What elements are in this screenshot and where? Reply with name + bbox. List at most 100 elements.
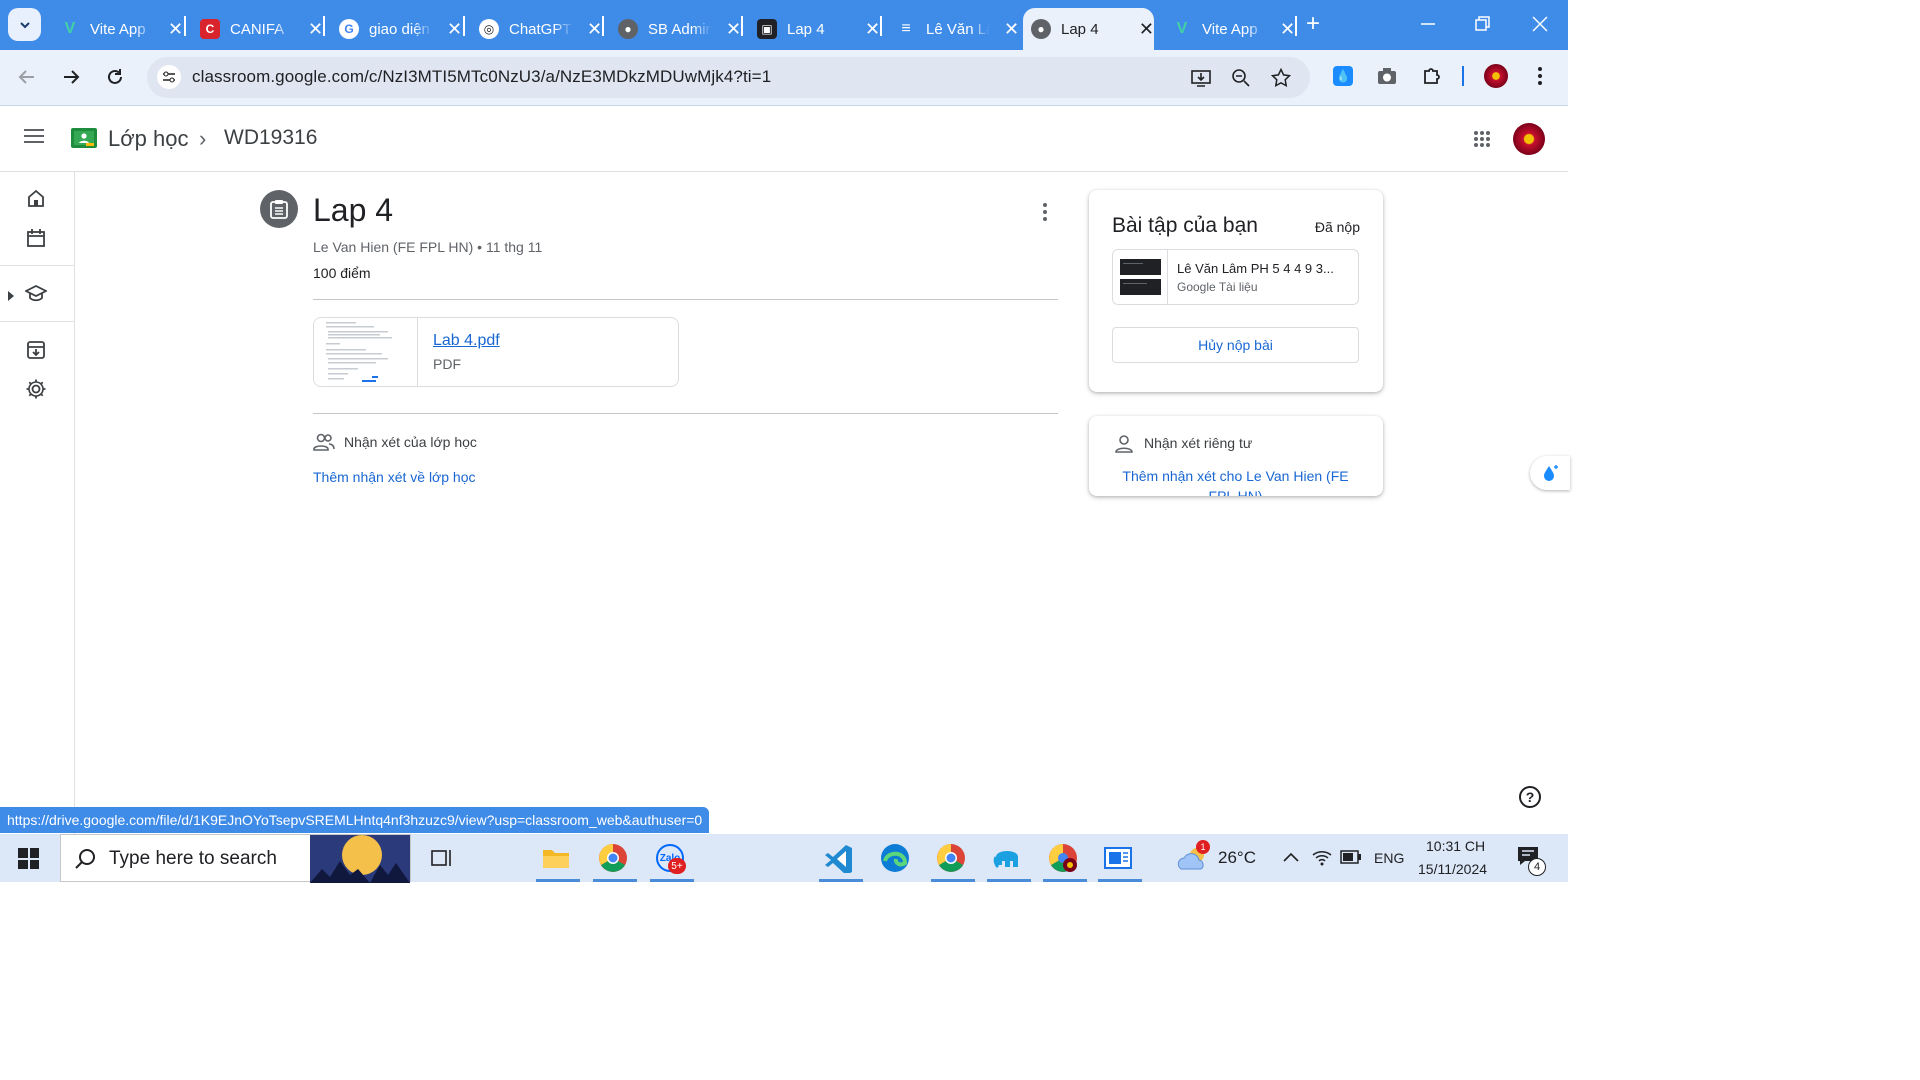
taskbar-edge[interactable]: [879, 842, 911, 874]
unsubmit-button[interactable]: Hủy nộp bài: [1112, 327, 1359, 363]
help-button[interactable]: ?: [1519, 786, 1541, 808]
close-tab-icon[interactable]: ✕: [308, 20, 323, 38]
tab-lap4-active[interactable]: ● Lap 4 ✕: [1023, 8, 1154, 50]
account-avatar[interactable]: [1513, 123, 1545, 155]
elephant-icon: [993, 851, 1018, 869]
zoom-button[interactable]: [1230, 67, 1252, 89]
reload-button[interactable]: [102, 64, 128, 90]
battery-button[interactable]: [1340, 850, 1362, 869]
install-app-button[interactable]: [1190, 67, 1212, 89]
main-menu-button[interactable]: [24, 128, 44, 149]
tab-title: Vite App: [1202, 20, 1258, 38]
taskbar-chrome-profile[interactable]: [1047, 842, 1079, 874]
taskbar-chrome-1[interactable]: [597, 842, 629, 874]
weather-temperature[interactable]: 26°C: [1218, 848, 1256, 868]
show-hidden-icons-button[interactable]: [1283, 850, 1299, 868]
assignment-more-button[interactable]: [1034, 200, 1056, 224]
breadcrumb-separator: ›: [199, 126, 207, 151]
browser-menu-button[interactable]: [1528, 64, 1552, 88]
clock-date[interactable]: 15/11/2024: [1418, 861, 1487, 877]
attachment-card[interactable]: Lab 4.pdf PDF: [313, 317, 679, 387]
language-indicator[interactable]: ENG: [1374, 850, 1404, 866]
tab-title: CANIFA: [230, 20, 285, 38]
back-button[interactable]: [14, 64, 40, 90]
close-tab-icon[interactable]: ✕: [865, 20, 880, 38]
bookmark-button[interactable]: [1270, 67, 1292, 89]
google-apps-button[interactable]: [1473, 130, 1491, 153]
rail-expand-arrow[interactable]: [8, 288, 14, 306]
taskbar-vscode[interactable]: [823, 842, 855, 874]
attachment-type: PDF: [433, 356, 461, 372]
docs-icon: ≡: [901, 20, 911, 37]
tab-vite-app-2[interactable]: V Vite App ✕: [1164, 8, 1295, 50]
classroom-logo[interactable]: [71, 126, 97, 150]
restore-icon[interactable]: [1475, 16, 1491, 32]
add-class-comment-link[interactable]: Thêm nhận xét về lớp học: [313, 469, 476, 485]
breadcrumb-root[interactable]: Lớp học: [108, 126, 188, 152]
extension-side-button[interactable]: [1530, 456, 1570, 490]
extensions-menu-button[interactable]: [1420, 64, 1444, 88]
rail-calendar[interactable]: [24, 226, 48, 250]
tab-vite-app-1[interactable]: V Vite App ✕: [52, 8, 183, 50]
calendar-icon: [27, 229, 45, 247]
tab-chatgpt[interactable]: ◎ ChatGPT ✕: [471, 8, 602, 50]
tab-google-doc[interactable]: ≡ Lê Văn Lâm ✕: [888, 8, 1019, 50]
add-private-comment-link[interactable]: Thêm nhận xét cho Le Van Hien (FE FPL HN…: [1112, 466, 1359, 496]
close-tab-icon[interactable]: ✕: [1004, 20, 1019, 38]
browser-tab-strip: V Vite App ✕ C CANIFA ✕ G giao diện ✕ ◎ …: [0, 0, 1568, 50]
close-tab-icon[interactable]: ✕: [1280, 20, 1295, 38]
breadcrumb-class[interactable]: WD19316: [224, 126, 317, 150]
close-tab-icon[interactable]: ✕: [168, 20, 183, 38]
close-tab-icon[interactable]: ✕: [1139, 20, 1154, 38]
close-tab-icon[interactable]: ✕: [726, 20, 741, 38]
screenshot-extension-button[interactable]: [1375, 64, 1399, 88]
attachment-name[interactable]: Lab 4.pdf: [433, 332, 500, 350]
tab-divider: [1295, 16, 1297, 36]
file-thumbnail: [1113, 250, 1168, 304]
url-text[interactable]: classroom.google.com/c/NzI3MTI5MTc0NzU3/…: [192, 67, 771, 87]
rail-archived[interactable]: [24, 338, 48, 362]
private-comments-card: Nhận xét riêng tư Thêm nhận xét cho Le V…: [1089, 416, 1383, 496]
clock-time[interactable]: 10:31 CH: [1426, 838, 1485, 854]
address-bar[interactable]: classroom.google.com/c/NzI3MTI5MTc0NzU3/…: [147, 57, 1310, 98]
rail-settings[interactable]: [24, 377, 48, 401]
tab-lap4-classroom[interactable]: ▣ Lap 4 ✕: [749, 8, 880, 50]
new-tab-button[interactable]: +: [1306, 12, 1320, 36]
profile-button[interactable]: [1484, 64, 1508, 88]
extension-button[interactable]: 💧: [1331, 64, 1355, 88]
close-tab-icon[interactable]: ✕: [447, 20, 462, 38]
tab-sb-admin[interactable]: ● SB Admin ✕: [610, 8, 741, 50]
tab-canifa[interactable]: C CANIFA ✕: [192, 8, 323, 50]
browser-toolbar: classroom.google.com/c/NzI3MTI5MTc0NzU3/…: [0, 50, 1568, 106]
notification-count: 4: [1528, 858, 1546, 876]
start-button[interactable]: [18, 848, 39, 869]
site-info-button[interactable]: [157, 65, 181, 89]
taskbar-search-box[interactable]: Type here to search: [60, 834, 411, 883]
forward-button[interactable]: [58, 64, 84, 90]
taskbar-chrome-2[interactable]: [935, 842, 967, 874]
class-comments-label: Nhận xét của lớp học: [344, 434, 477, 450]
taskbar-zalo[interactable]: Zalo 5+: [654, 842, 686, 874]
edge-icon: [881, 844, 909, 872]
close-window-icon[interactable]: [1532, 16, 1548, 32]
task-view-button[interactable]: [426, 842, 458, 874]
tab-search-button[interactable]: [8, 8, 41, 41]
tab-title: Lê Văn Lâm: [926, 20, 990, 38]
tab-title: Lap 4: [787, 20, 825, 38]
rail-enrolled[interactable]: [24, 282, 48, 306]
taskbar-remote-desktop[interactable]: [1102, 842, 1134, 874]
clipboard-icon: [270, 200, 288, 219]
rail-home[interactable]: [24, 186, 48, 210]
taskbar-tableplus[interactable]: [991, 842, 1023, 874]
minimize-icon[interactable]: [1420, 16, 1436, 32]
submitted-file-card[interactable]: Lê Văn Lâm PH 5 4 4 9 3... Google Tài li…: [1112, 249, 1359, 305]
tab-google-search[interactable]: G giao diện ✕: [331, 8, 462, 50]
close-tab-icon[interactable]: ✕: [587, 20, 602, 38]
chevron-up-icon: [1283, 852, 1299, 862]
puzzle-icon: [1424, 68, 1440, 84]
chrome-icon: [937, 844, 965, 872]
network-button[interactable]: [1312, 848, 1332, 871]
weather-widget[interactable]: 1: [1177, 840, 1210, 874]
tab-divider: [463, 16, 465, 36]
taskbar-file-explorer[interactable]: [540, 842, 572, 874]
